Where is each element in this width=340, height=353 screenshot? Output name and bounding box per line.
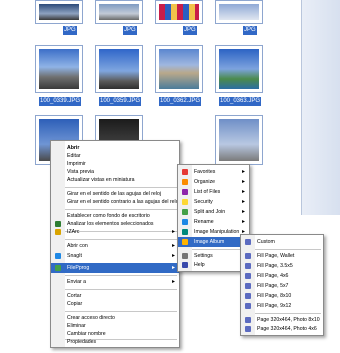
album-item-wallet[interactable]: Fill Page, Wallet	[241, 251, 323, 261]
izarc-icon	[55, 229, 61, 235]
chevron-right-icon: ▸	[241, 209, 245, 215]
chevron-right-icon: ▸	[241, 169, 245, 175]
album-option-icon	[245, 273, 251, 279]
album-item-3-5x5[interactable]: Fill Page, 3.5x5	[241, 261, 323, 271]
thumbnail-caption[interactable]: 100_0339.JPG	[39, 97, 82, 106]
menu-separator	[192, 249, 247, 250]
menu-separator	[65, 209, 177, 210]
album-option-icon	[245, 317, 251, 323]
help-icon	[182, 262, 188, 268]
menu-item-izarc[interactable]: IZArc ▸	[51, 227, 179, 237]
lock-icon	[182, 199, 188, 205]
menu-separator	[65, 289, 177, 290]
menu-item-copiar[interactable]: Copiar	[51, 299, 179, 309]
chevron-right-icon: ▸	[241, 179, 245, 185]
submenu-item-help[interactable]: Help ▸	[178, 260, 249, 270]
thumbnail-top-4[interactable]	[215, 0, 263, 24]
menu-item-enviar-a[interactable]: Enviar a ▸	[51, 277, 179, 287]
chevron-right-icon: ▸	[171, 229, 175, 235]
album-option-icon	[245, 326, 251, 332]
menu-item-abrir-con[interactable]: Abrir con ▸	[51, 241, 179, 251]
chevron-right-icon: ▸	[241, 189, 245, 195]
snagit-icon	[55, 253, 61, 259]
organize-icon	[182, 179, 188, 185]
thumbnail-caption[interactable]: 100_0362.JPG	[159, 97, 202, 106]
favorites-icon	[182, 169, 188, 175]
chevron-right-icon: ▸	[171, 243, 175, 249]
file-context-menu: Abrir Editar Imprimir Vista previa Actua…	[50, 140, 180, 348]
thumbnail-top-3[interactable]	[155, 0, 203, 24]
thumbnail-venetian-canal[interactable]	[155, 45, 203, 93]
thumbnail-top-2[interactable]	[95, 0, 143, 24]
album-option-icon	[245, 263, 251, 269]
album-option-icon	[245, 253, 251, 259]
chevron-right-icon: ▸	[241, 219, 245, 225]
menu-separator	[65, 239, 177, 240]
thumbnail-caption[interactable]: 100_0363.JPG	[219, 97, 262, 106]
thumbnail-caption[interactable]: 100_0359.JPG	[99, 97, 142, 106]
thumbnail-las-vegas-tower[interactable]	[95, 45, 143, 93]
submenu-item-organize[interactable]: Organize ▸	[178, 177, 249, 187]
thumbnail-caption[interactable]: JPG	[63, 26, 77, 35]
menu-item-girar-antihorario[interactable]: Girar en el sentido contrario a las aguj…	[51, 197, 180, 207]
submenu-item-image-manipulation[interactable]: Image Manipulation ▸	[178, 227, 249, 237]
menu-item-fileprog[interactable]: FilePprog ▸	[51, 263, 179, 273]
menu-separator	[65, 311, 177, 312]
fileprog-icon	[55, 265, 61, 271]
image-album-submenu: Custom Fill Page, Wallet Fill Page, 3.5x…	[240, 234, 324, 336]
album-icon	[182, 239, 188, 245]
album-option-icon	[245, 239, 251, 245]
album-item-9x12[interactable]: Fill Page, 9x12	[241, 301, 323, 311]
submenu-item-split-join[interactable]: Split and Join ▸	[178, 207, 249, 217]
thumbnail-pool-and-palms[interactable]	[215, 45, 263, 93]
thumbnail-caption[interactable]: JPG	[183, 26, 197, 35]
album-option-icon	[245, 303, 251, 309]
gear-icon	[182, 253, 188, 259]
thumbnail-caption[interactable]: JPG	[243, 26, 257, 35]
menu-separator	[255, 313, 321, 314]
menu-separator	[65, 187, 177, 188]
album-item-5x7[interactable]: Fill Page, 5x7	[241, 281, 323, 291]
album-item-custom[interactable]: Custom	[241, 237, 323, 247]
image-icon	[182, 229, 188, 235]
album-item-4x6[interactable]: Fill Page, 4x6	[241, 271, 323, 281]
chevron-right-icon: ▸	[171, 279, 175, 285]
submenu-item-image-album[interactable]: Image Album ▸	[178, 237, 249, 247]
album-item-320x464-4x6[interactable]: Page 320x464, Photo 4x6	[241, 324, 323, 334]
thumbnail-caption[interactable]: JPG	[123, 26, 137, 35]
thumbnail-las-vegas-strip[interactable]	[35, 45, 83, 93]
rename-icon	[182, 219, 188, 225]
list-icon	[182, 189, 188, 195]
menu-item-actualizar-miniaturas[interactable]: Actualizar vistas en miniatura	[51, 175, 179, 185]
menu-item-propiedades[interactable]: Propiedades	[51, 337, 179, 347]
submenu-item-rename[interactable]: Rename ▸	[178, 217, 249, 227]
submenu-item-security[interactable]: Security ▸	[178, 197, 249, 207]
submenu-item-favorites[interactable]: Favorites ▸	[178, 167, 249, 177]
chevron-right-icon: ▸	[241, 199, 245, 205]
submenu-item-list-of-files[interactable]: List of Files ▸	[178, 187, 249, 197]
menu-separator	[65, 275, 177, 276]
split-join-icon	[182, 209, 188, 215]
menu-item-snagit[interactable]: SnagIt ▸	[51, 251, 179, 261]
album-option-icon	[245, 283, 251, 289]
menu-separator	[255, 249, 321, 250]
album-item-8x10[interactable]: Fill Page, 8x10	[241, 291, 323, 301]
window-scroll-area[interactable]	[301, 0, 340, 215]
thumbnail-bottom-3[interactable]	[215, 115, 263, 165]
album-option-icon	[245, 293, 251, 299]
thumbnail-top-1[interactable]	[35, 0, 83, 24]
chevron-right-icon: ▸	[171, 253, 175, 259]
chevron-right-icon: ▸	[171, 265, 175, 271]
